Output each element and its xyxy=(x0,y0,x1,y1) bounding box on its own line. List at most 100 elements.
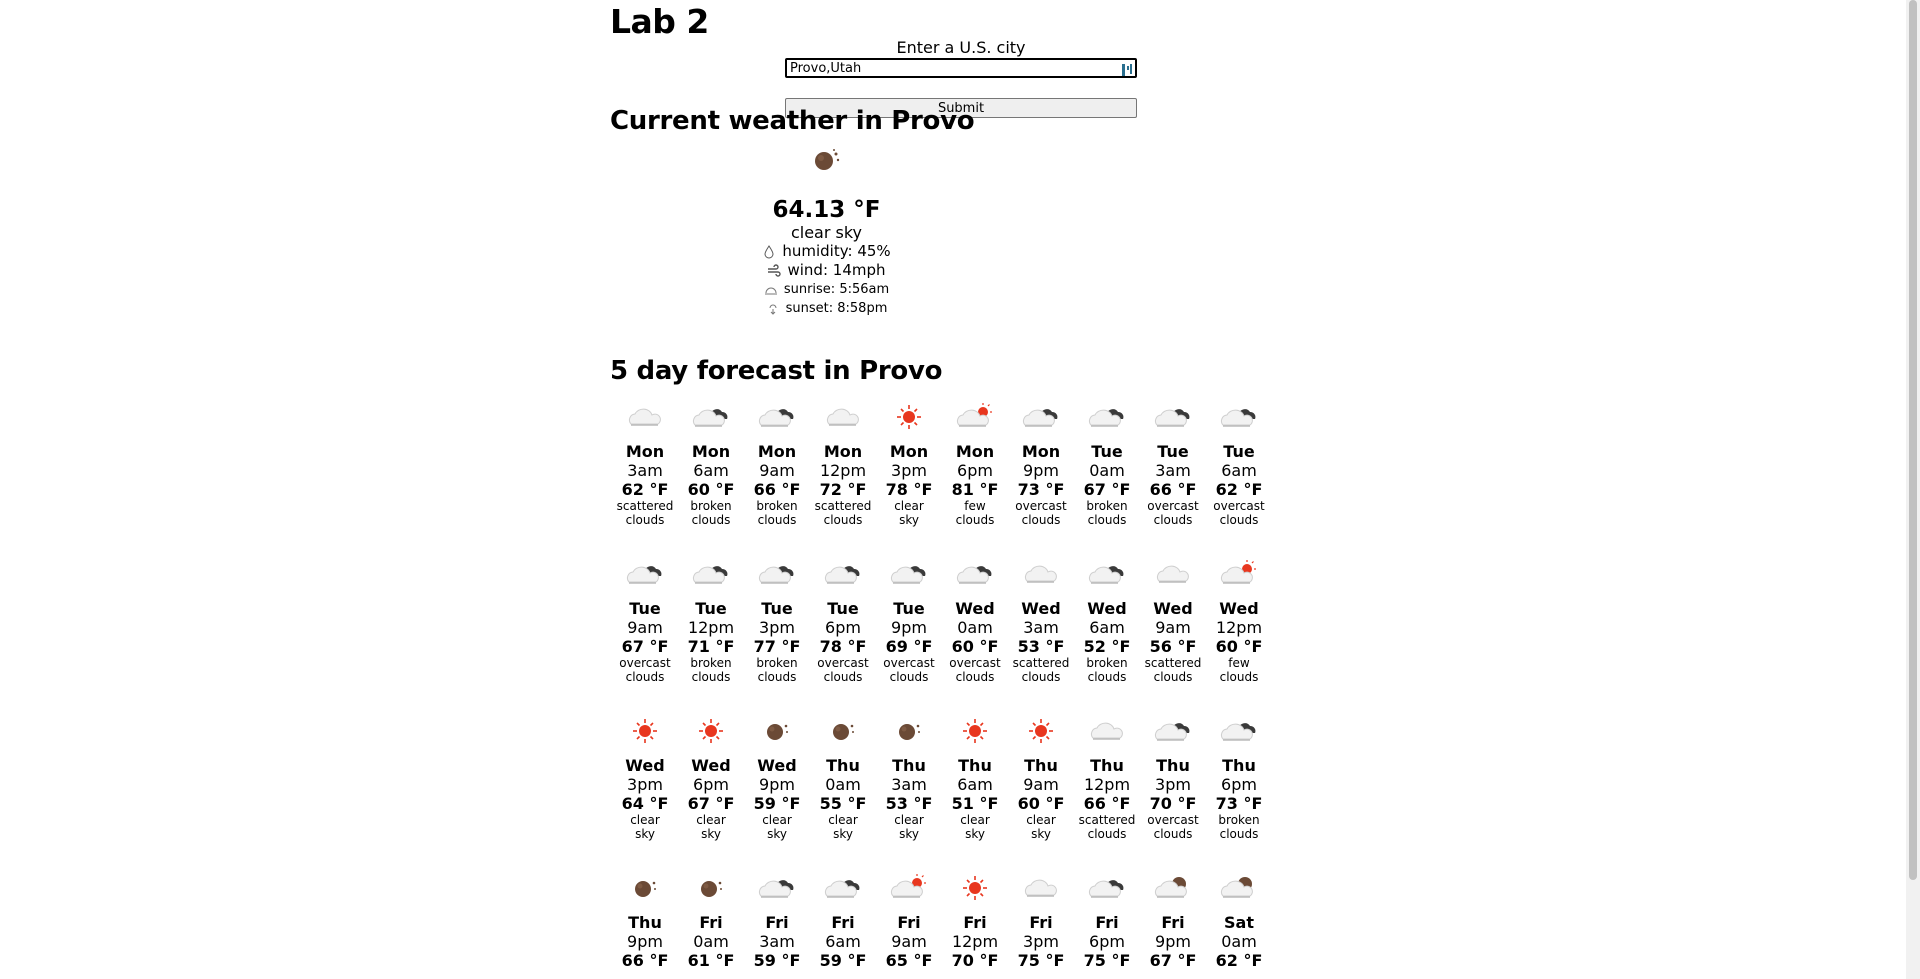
forecast-temp: 75 °F xyxy=(1083,951,1131,970)
forecast-item: Wed 6am 52 °F broken clouds xyxy=(1074,557,1140,684)
forecast-day: Mon xyxy=(691,442,731,461)
forecast-time: 6pm xyxy=(825,618,861,637)
forecast-temp: 78 °F xyxy=(885,480,933,499)
dark-cloud-icon xyxy=(1074,400,1140,434)
forecast-day: Fri xyxy=(963,913,987,932)
forecast-day: Fri xyxy=(765,913,789,932)
dark-cloud-icon xyxy=(1074,871,1140,905)
forecast-item: Tue 6am 62 °F overcast clouds xyxy=(1206,400,1272,527)
forecast-day: Tue xyxy=(695,599,727,618)
forecast-desc-line2: clouds xyxy=(691,513,731,527)
page-scrollbar[interactable] xyxy=(1906,0,1920,979)
forecast-desc-line2: clouds xyxy=(625,513,665,527)
password-manager-icon[interactable] xyxy=(1121,62,1133,76)
forecast-desc-line2: clouds xyxy=(1021,670,1061,684)
forecast-temp: 66 °F xyxy=(753,480,801,499)
dark-cloud-icon xyxy=(744,871,810,905)
forecast-desc-line2: sky xyxy=(899,827,919,841)
forecast-item: Fri 12pm 70 °F xyxy=(942,871,1008,970)
forecast-desc-line1: clear xyxy=(894,499,924,513)
cloud-icon xyxy=(612,400,678,434)
forecast-temp: 60 °F xyxy=(1215,637,1263,656)
forecast-desc-line1: overcast xyxy=(949,656,1001,670)
forecast-temp: 53 °F xyxy=(1017,637,1065,656)
droplet-icon xyxy=(764,244,774,258)
cloud-sun-icon xyxy=(876,871,942,905)
forecast-day: Wed xyxy=(1021,599,1061,618)
forecast-item: Mon 3am 62 °F scattered clouds xyxy=(612,400,678,527)
forecast-time: 12pm xyxy=(951,932,999,951)
forecast-temp: 64 °F xyxy=(621,794,669,813)
forecast-temp: 70 °F xyxy=(1149,794,1197,813)
moon-icon xyxy=(678,871,744,905)
forecast-desc-line1: few xyxy=(1228,656,1250,670)
forecast-time: 6pm xyxy=(1221,775,1257,794)
forecast-desc-line1: clear xyxy=(696,813,726,827)
forecast-desc-line2: sky xyxy=(767,827,787,841)
forecast-item: Thu 3pm 70 °F overcast clouds xyxy=(1140,714,1206,841)
forecast-temp: 81 °F xyxy=(951,480,999,499)
forecast-time: 3pm xyxy=(627,775,663,794)
forecast-day: Wed xyxy=(1087,599,1127,618)
scrollbar-thumb[interactable] xyxy=(1909,0,1917,880)
forecast-desc-line2: clouds xyxy=(1021,513,1061,527)
forecast-time: 9am xyxy=(891,932,927,951)
wind-text: wind: 14mph xyxy=(787,261,886,279)
forecast-temp: 67 °F xyxy=(621,637,669,656)
forecast-desc-line1: clear xyxy=(1026,813,1056,827)
city-input[interactable] xyxy=(785,58,1137,78)
forecast-day: Wed xyxy=(757,756,797,775)
forecast-item: Mon 6pm 81 °F few clouds xyxy=(942,400,1008,527)
forecast-desc-line1: scattered xyxy=(1144,656,1202,670)
cloud-sun-icon xyxy=(942,400,1008,434)
forecast-day: Mon xyxy=(889,442,929,461)
forecast-day: Thu xyxy=(892,756,926,775)
cloud-moon-icon xyxy=(1140,871,1206,905)
forecast-time: 3pm xyxy=(759,618,795,637)
forecast-day: Mon xyxy=(757,442,797,461)
cloud-icon xyxy=(1008,557,1074,591)
forecast-day: Fri xyxy=(831,913,855,932)
forecast-temp: 60 °F xyxy=(951,637,999,656)
forecast-time: 9pm xyxy=(1023,461,1059,480)
forecast-item: Fri 0am 61 °F xyxy=(678,871,744,970)
forecast-item: Thu 3am 53 °F clear sky xyxy=(876,714,942,841)
forecast-time: 12pm xyxy=(819,461,867,480)
forecast-temp: 75 °F xyxy=(1017,951,1065,970)
forecast-desc-line1: overcast xyxy=(1015,499,1067,513)
sunrise-text: sunrise: 5:56am xyxy=(783,282,890,297)
forecast-item: Wed 9am 56 °F scattered clouds xyxy=(1140,557,1206,684)
forecast-item: Thu 9pm 66 °F xyxy=(612,871,678,970)
forecast-heading: 5 day forecast in Provo xyxy=(610,356,943,386)
forecast-desc-line2: clouds xyxy=(1087,670,1127,684)
forecast-desc-line2: clouds xyxy=(691,670,731,684)
forecast-desc-line1: scattered xyxy=(616,499,674,513)
moon-icon xyxy=(807,140,847,180)
forecast-time: 6am xyxy=(693,461,729,480)
forecast-day: Tue xyxy=(629,599,661,618)
dark-cloud-icon xyxy=(1206,714,1272,748)
forecast-time: 3pm xyxy=(1023,932,1059,951)
forecast-item: Tue 6pm 78 °F overcast clouds xyxy=(810,557,876,684)
forecast-item: Tue 3pm 77 °F broken clouds xyxy=(744,557,810,684)
forecast-time: 6pm xyxy=(693,775,729,794)
forecast-desc-line2: clouds xyxy=(955,670,995,684)
forecast-item: Tue 9am 67 °F overcast clouds xyxy=(612,557,678,684)
forecast-temp: 66 °F xyxy=(621,951,669,970)
forecast-temp: 53 °F xyxy=(885,794,933,813)
forecast-item: Thu 6pm 73 °F broken clouds xyxy=(1206,714,1272,841)
forecast-day: Thu xyxy=(958,756,992,775)
forecast-day: Mon xyxy=(823,442,863,461)
forecast-time: 0am xyxy=(957,618,993,637)
dark-cloud-icon xyxy=(678,557,744,591)
forecast-desc-line1: scattered xyxy=(1012,656,1070,670)
forecast-day: Tue xyxy=(1091,442,1123,461)
forecast-time: 3am xyxy=(759,932,795,951)
dark-cloud-icon xyxy=(876,557,942,591)
forecast-desc-line1: scattered xyxy=(814,499,872,513)
forecast-time: 6am xyxy=(957,775,993,794)
forecast-desc-line2: clouds xyxy=(1087,827,1127,841)
forecast-temp: 78 °F xyxy=(819,637,867,656)
forecast-desc-line1: overcast xyxy=(883,656,935,670)
forecast-desc-line2: clouds xyxy=(1153,827,1193,841)
